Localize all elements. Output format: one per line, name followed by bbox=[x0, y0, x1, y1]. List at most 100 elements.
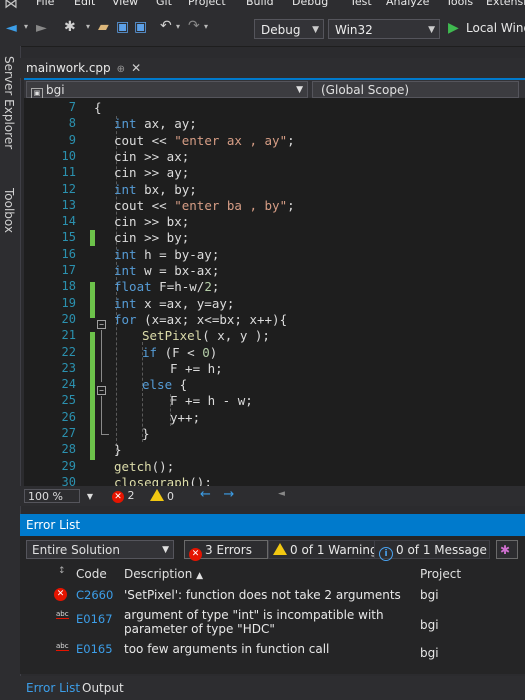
tab-server-explorer[interactable]: Server Explorer bbox=[2, 56, 16, 149]
code-line[interactable]: cout << "enter ax , ay"; bbox=[114, 133, 295, 148]
warnings-filter-button[interactable]: 0 of 1 Warning bbox=[268, 540, 382, 559]
error-count-indicator[interactable]: ✕ 2 bbox=[112, 489, 135, 503]
line-number: 22 bbox=[61, 344, 76, 359]
run-button[interactable]: Local Windo bbox=[466, 21, 525, 35]
menu-file[interactable]: File bbox=[36, 0, 54, 8]
code-line[interactable]: cin >> by; bbox=[114, 230, 189, 245]
line-number: 27 bbox=[61, 426, 76, 440]
code-line[interactable]: } bbox=[114, 442, 122, 457]
column-description[interactable]: Description ▲ bbox=[124, 567, 203, 581]
dropdown-icon[interactable]: ▾ bbox=[204, 22, 208, 31]
tab-mainwork-cpp[interactable]: mainwork.cpp ⊕ ✕ bbox=[26, 60, 141, 77]
menu-build[interactable]: Build bbox=[246, 0, 274, 8]
close-icon[interactable]: ✕ bbox=[131, 61, 141, 75]
previous-issue-icon[interactable]: ← bbox=[200, 487, 211, 502]
pin-icon[interactable]: ⊕ bbox=[117, 64, 125, 75]
table-row[interactable]: abc E0167 argument of type "int" is inco… bbox=[20, 608, 525, 638]
errors-filter-button[interactable]: ✕ 3 Errors bbox=[184, 540, 268, 561]
dropdown-icon[interactable]: ▾ bbox=[24, 22, 28, 31]
chevron-down-icon: ▼ bbox=[296, 85, 303, 95]
messages-filter-label: 0 of 1 Message bbox=[396, 543, 487, 557]
code-line[interactable]: closegraph(); bbox=[114, 475, 212, 486]
menu-project[interactable]: Project bbox=[188, 0, 226, 8]
new-item-icon[interactable]: ✱ bbox=[64, 19, 76, 35]
intellisense-error-icon: abc bbox=[56, 610, 69, 619]
fold-collapse-icon[interactable]: − bbox=[97, 320, 106, 329]
configuration-select[interactable]: Debug ▼ bbox=[254, 19, 324, 39]
fold-line-end bbox=[101, 434, 109, 435]
code-line[interactable]: int w = bx-ax; bbox=[114, 263, 219, 278]
column-project[interactable]: Project bbox=[420, 567, 461, 581]
code-line[interactable]: int h = by-ay; bbox=[114, 247, 219, 262]
info-icon: i bbox=[379, 547, 393, 561]
menu-view[interactable]: View bbox=[112, 0, 138, 8]
menu-tools[interactable]: Tools bbox=[446, 0, 473, 8]
menu-extensions[interactable]: Extensions bbox=[486, 0, 525, 8]
back-icon[interactable]: ◄ bbox=[6, 20, 17, 36]
code-line[interactable]: } bbox=[142, 426, 150, 441]
menu-debug[interactable]: Debug bbox=[292, 0, 328, 8]
open-folder-icon[interactable]: ▰ bbox=[98, 19, 109, 35]
table-row[interactable]: ✕ C2660 'SetPixel': function does not ta… bbox=[20, 588, 525, 606]
code-line[interactable]: cin >> ax; bbox=[114, 149, 189, 164]
menu-test[interactable]: Test bbox=[350, 0, 372, 8]
code-line[interactable]: cin >> ay; bbox=[114, 165, 189, 180]
code-editor[interactable]: 7 8 9 10 11 12 13 14 15 16 17 18 19 20 21 22 23 24 25 26 27 2… bbox=[24, 98, 525, 486]
code-line[interactable]: cout << "enter ba , by"; bbox=[114, 198, 295, 213]
build-intellisense-filter-icon[interactable]: ✱ bbox=[496, 540, 518, 559]
play-icon[interactable]: ▶ bbox=[448, 20, 459, 36]
code-line[interactable]: float F=h-w/2; bbox=[114, 279, 219, 294]
column-code[interactable]: Code bbox=[76, 567, 107, 581]
code-line[interactable]: for (x=ax; x<=bx; x++){ bbox=[114, 312, 287, 327]
error-icon: ✕ bbox=[54, 588, 67, 601]
code-line[interactable]: SetPixel( x, y ); bbox=[142, 328, 270, 343]
messages-filter-button[interactable]: i0 of 1 Message bbox=[374, 540, 490, 561]
scroll-left-icon[interactable]: ◄ bbox=[278, 489, 285, 499]
forward-icon[interactable]: ► bbox=[36, 20, 47, 36]
code-line[interactable]: F += h; bbox=[170, 361, 223, 376]
editor-status-strip: 100 % ▼ ✕ 2 0 ← → ◄ bbox=[20, 486, 525, 506]
code-line[interactable]: else { bbox=[142, 377, 187, 392]
save-icon[interactable]: ▣ bbox=[116, 19, 129, 35]
next-issue-icon[interactable]: → bbox=[223, 487, 234, 502]
code-line[interactable]: int bx, by; bbox=[114, 182, 197, 197]
error-code[interactable]: E0167 bbox=[76, 612, 113, 626]
code-line[interactable]: cin >> bx; bbox=[114, 214, 189, 229]
dropdown-icon[interactable]: ▾ bbox=[86, 22, 90, 31]
fold-collapse-icon[interactable]: − bbox=[97, 386, 106, 395]
zoom-select[interactable]: 100 % ▼ bbox=[24, 489, 93, 503]
menu-edit[interactable]: Edit bbox=[74, 0, 95, 8]
error-code[interactable]: C2660 bbox=[76, 588, 113, 602]
redo-icon[interactable]: ↷ bbox=[188, 18, 200, 34]
warnings-filter-label: 0 of 1 Warning bbox=[290, 543, 378, 557]
scope-select[interactable]: (Global Scope) bbox=[312, 81, 519, 98]
tab-error-list[interactable]: Error List bbox=[26, 681, 80, 695]
line-number: 21 bbox=[61, 328, 76, 343]
project-select[interactable]: ▣ bgi ▼ bbox=[26, 81, 308, 100]
scope-filter-select[interactable]: Entire Solution ▼ bbox=[26, 540, 174, 559]
error-project: bgi bbox=[420, 618, 439, 632]
warning-count: 0 bbox=[167, 490, 174, 503]
code-line[interactable]: { bbox=[94, 100, 102, 115]
code-line[interactable]: getch(); bbox=[114, 459, 174, 474]
sort-icon[interactable]: ↕ bbox=[58, 566, 66, 576]
dropdown-icon[interactable]: ▾ bbox=[176, 22, 180, 31]
undo-icon[interactable]: ↶ bbox=[160, 18, 172, 34]
code-line[interactable]: F += h - w; bbox=[170, 393, 253, 408]
menu-git[interactable]: Git bbox=[156, 0, 172, 8]
line-number: 18 bbox=[61, 279, 76, 294]
code-line[interactable]: y++; bbox=[170, 410, 200, 425]
code-line[interactable]: int x =ax, y=ay; bbox=[114, 296, 234, 311]
table-row[interactable]: abc E0165 too few arguments in function … bbox=[20, 642, 525, 660]
save-all-icon[interactable]: ▣ bbox=[134, 19, 147, 35]
warning-count-indicator[interactable]: 0 bbox=[150, 489, 174, 503]
code-line[interactable]: int ax, ay; bbox=[114, 116, 197, 131]
platform-select[interactable]: Win32 ▼ bbox=[328, 19, 440, 39]
tab-toolbox[interactable]: Toolbox bbox=[2, 188, 16, 233]
scope-filter-value: Entire Solution bbox=[32, 543, 120, 557]
error-description: too few arguments in function call bbox=[124, 642, 330, 656]
tab-output[interactable]: Output bbox=[82, 681, 124, 695]
code-line[interactable]: if (F < 0) bbox=[142, 345, 217, 360]
error-code[interactable]: E0165 bbox=[76, 642, 113, 656]
menu-analyze[interactable]: Analyze bbox=[386, 0, 429, 8]
